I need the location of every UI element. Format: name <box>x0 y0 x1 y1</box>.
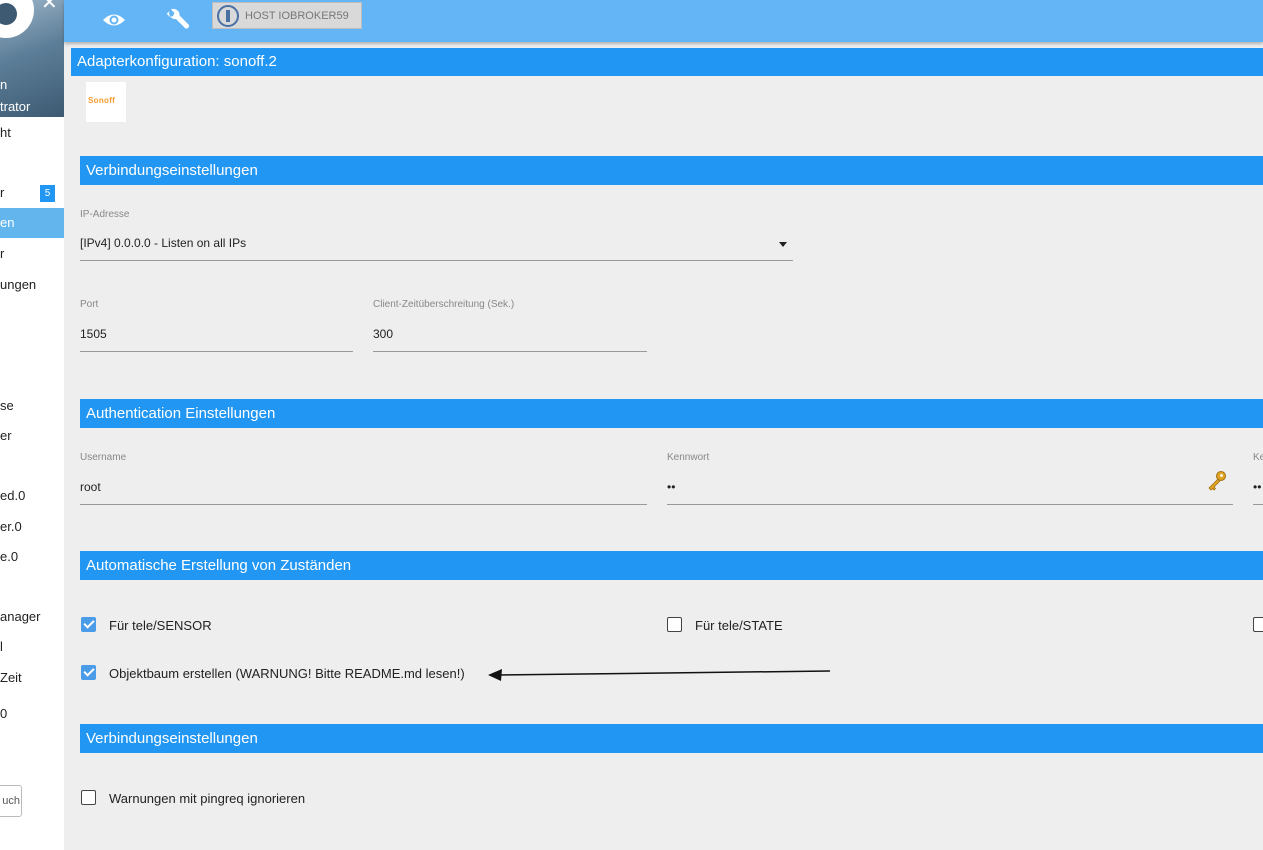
page-title: Adapterkonfiguration: sonoff.2 <box>71 48 1263 76</box>
eye-icon[interactable] <box>99 6 129 36</box>
wrench-icon[interactable] <box>162 6 192 36</box>
host-label: HOST IOBROKER59 <box>245 10 349 22</box>
password-input[interactable]: •• <box>667 476 1233 505</box>
section-header-auth: Authentication Einstellungen <box>80 399 1263 428</box>
tele-sensor-checkbox[interactable] <box>81 617 96 632</box>
tele-state-checkbox[interactable] <box>667 617 682 632</box>
ip-address-select[interactable]: [IPv4] 0.0.0.0 - Listen on all IPs <box>80 232 793 261</box>
close-icon[interactable]: ✕ <box>41 0 58 13</box>
password-confirm-value: •• <box>1253 480 1262 494</box>
password-label: Kennwort <box>667 452 710 463</box>
update-count-badge: 5 <box>40 185 55 202</box>
password-value: •• <box>667 480 676 494</box>
sidebar-user-name: n <box>0 77 8 92</box>
port-label: Port <box>80 299 99 310</box>
ignore-pingreq-label: Warnungen mit pingreq ignorieren <box>109 791 306 806</box>
sonoff-logo: Sonoff <box>86 82 126 122</box>
annotation-arrow-icon <box>488 669 831 681</box>
object-tree-label: Objektbaum erstellen (WARNUNG! Bitte REA… <box>109 666 465 681</box>
username-input[interactable]: root <box>80 476 647 505</box>
sidebar-item-13[interactable]: 0 <box>0 706 64 721</box>
key-icon[interactable] <box>1206 470 1228 492</box>
host-button[interactable]: HOST IOBROKER59 <box>212 2 362 29</box>
section-header-connection: Verbindungseinstellungen <box>80 156 1263 185</box>
sidebar-item-instances[interactable]: en <box>0 208 64 238</box>
sidebar-item-11[interactable]: l <box>0 639 64 654</box>
client-timeout-label: Client-Zeitüberschreitung (Sek.) <box>373 299 515 310</box>
sidebar-bottom-button[interactable]: uch <box>0 785 22 817</box>
tele-state-label: Für tele/STATE <box>695 618 783 633</box>
sidebar-user-role: trator <box>0 99 31 114</box>
client-timeout-input[interactable]: 300 <box>373 323 647 352</box>
iobroker-logo-icon <box>217 5 239 27</box>
username-label: Username <box>80 452 127 463</box>
sidebar-header: ✕ n trator <box>0 0 64 117</box>
password-confirm-input[interactable]: •• <box>1253 476 1263 505</box>
sonoff-logo-text: Sonoff <box>88 96 116 105</box>
sidebar-item-settings[interactable]: ungen <box>0 277 64 292</box>
avatar[interactable] <box>0 0 34 38</box>
sidebar-item-5[interactable]: se <box>0 398 64 413</box>
tele-sensor-label: Für tele/SENSOR <box>109 618 212 633</box>
ignore-pingreq-checkbox[interactable] <box>81 790 96 805</box>
sidebar-item-overview[interactable]: ht <box>0 125 64 140</box>
object-tree-checkbox[interactable] <box>81 665 96 680</box>
sidebar-item-7[interactable]: ed.0 <box>0 488 64 503</box>
ip-address-value: [IPv4] 0.0.0.0 - Listen on all IPs <box>80 236 247 250</box>
section-header-connection-2: Verbindungseinstellungen <box>80 724 1263 753</box>
sidebar-item-10[interactable]: anager <box>0 609 64 624</box>
sidebar: ✕ n trator ht r 5 en r ungen se er ed.0 … <box>0 0 64 850</box>
port-input[interactable]: 1505 <box>80 323 353 352</box>
sidebar-item-12[interactable]: Zeit <box>0 670 64 685</box>
ip-address-label: IP-Adresse <box>80 209 130 220</box>
sidebar-item-objects[interactable]: r <box>0 246 64 261</box>
sidebar-item-9[interactable]: e.0 <box>0 549 64 564</box>
top-toolbar: HOST IOBROKER59 <box>64 0 1263 42</box>
sidebar-item-6[interactable]: er <box>0 428 64 443</box>
third-checkbox[interactable] <box>1253 617 1263 632</box>
caret-down-icon <box>779 242 787 247</box>
section-header-auto-states: Automatische Erstellung von Zuständen <box>80 551 1263 580</box>
password-confirm-label: Ke <box>1253 452 1263 463</box>
sidebar-item-8[interactable]: er.0 <box>0 519 64 534</box>
